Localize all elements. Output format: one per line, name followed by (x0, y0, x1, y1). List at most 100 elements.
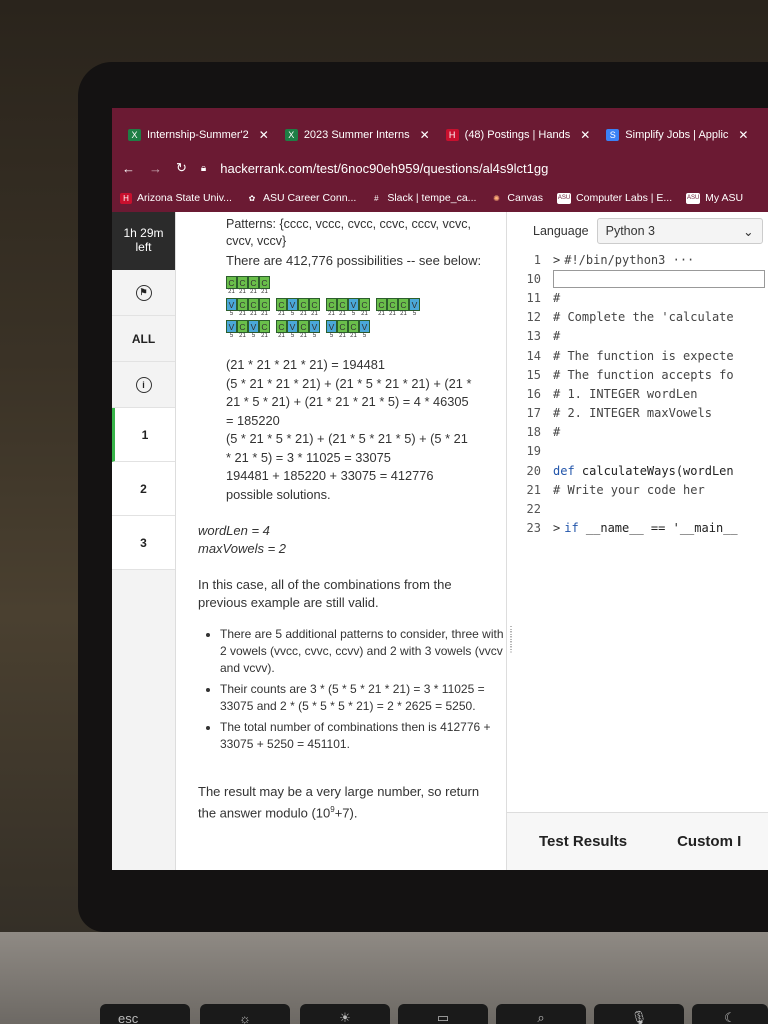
code-line[interactable]: 16 # 1. INTEGER wordLen (513, 384, 768, 403)
math-line: 194481 + 185220 + 33075 = 412776 (226, 468, 434, 483)
tab-2023-summer-interns[interactable]: X 2023 Summer Interns ✕ (277, 118, 438, 152)
asu-icon: ASU (557, 192, 572, 204)
resize-handle[interactable]: ⋮ ⋮ ⋮ ⋮ ⋮ (507, 626, 515, 663)
tab-title: Internship-Summer'2 (147, 129, 249, 141)
code-area[interactable]: 1 > #!/bin/python3 ··· 10 11 #12 # Complete th… (513, 250, 768, 538)
cell-count: 21 (278, 311, 285, 317)
math-line: = 185220 (226, 412, 280, 428)
pattern-row: V C C C 5 21 21 21 C V C C 21 5 21 21 C C V C 21 21 5 21 C C C V 21 2… (226, 298, 496, 318)
cell-count: 21 (228, 289, 235, 295)
pattern-block: C C C V 21 21 21 5 (376, 298, 420, 318)
code-editor-panel: ⋮ ⋮ ⋮ ⋮ ⋮ Language Python 3 ⌄ 1 > #!/bin/pytho… (506, 212, 768, 870)
code-line[interactable]: 13 # (513, 327, 768, 346)
tab-title: (48) Postings | Hands (464, 129, 571, 141)
consonant-cell: C (298, 298, 309, 311)
bookmark-label: Computer Labs | E... (576, 192, 673, 204)
consonant-cell: C (398, 298, 409, 311)
consonant-cell: C (259, 298, 270, 311)
cell-count: 21 (339, 311, 346, 317)
code-text: def calculateWays(wordLen (553, 463, 734, 478)
tab-handshake-postings[interactable]: H (48) Postings | Hands ✕ (438, 118, 599, 152)
forward-arrow-icon[interactable]: → (149, 161, 162, 176)
code-line[interactable]: 12 # Complete the 'calculate (513, 308, 768, 327)
code-line[interactable]: 10 (513, 269, 768, 288)
possibilities-text: There are 412,776 possibilities -- see b… (226, 253, 482, 268)
bookmark-arizona-state[interactable]: H Arizona State Univ... (120, 192, 232, 204)
code-line[interactable]: 14 # The function is expecte (513, 346, 768, 365)
cell-count: 5 (412, 311, 417, 317)
question-3-tab[interactable]: 3 (112, 516, 175, 570)
vowel-cell: V (359, 320, 370, 333)
bookmark-label: Slack | tempe_ca... (387, 192, 477, 204)
bookmark-computer-labs[interactable]: ASU Computer Labs | E... (557, 192, 672, 204)
sheets-icon: X (128, 129, 141, 141)
cell-count: 5 (229, 311, 234, 317)
language-row: Language Python 3 ⌄ (533, 212, 763, 250)
custom-input-tab[interactable]: Custom I (677, 833, 741, 850)
cell-count: 21 (328, 311, 335, 317)
code-line[interactable]: 22 (513, 499, 768, 518)
all-questions-tab[interactable]: ALL (112, 316, 175, 362)
vowel-cell: V (287, 298, 298, 311)
bookmark-asu-career[interactable]: ✿ ASU Career Conn... (246, 192, 357, 204)
vowel-cell: V (348, 298, 359, 311)
dnd-key: ☾ (692, 1004, 768, 1024)
pattern-block: C C C C 21 21 21 21 (226, 276, 270, 296)
tab-title: 2023 Summer Interns (303, 129, 410, 141)
url-field[interactable]: hackerrank.com/test/6noc90eh959/question… (220, 161, 548, 176)
code-text: # Write your code her (553, 482, 705, 497)
close-icon[interactable]: ✕ (420, 128, 430, 142)
vowel-cell: V (226, 320, 237, 333)
line-number: 14 (526, 348, 541, 363)
pattern-row: C C C C 21 21 21 21 (226, 276, 496, 296)
cell-count: 21 (400, 311, 407, 317)
cell-count: 5 (251, 333, 256, 339)
code-line[interactable]: 1 > #!/bin/python3 ··· (513, 250, 768, 269)
cell-count: 21 (239, 311, 246, 317)
bookmark-my-asu[interactable]: ASU My ASU (686, 192, 743, 204)
tab-internship-summer[interactable]: X Internship-Summer'2 ✕ (120, 118, 277, 152)
bookmark-label: Canvas (507, 192, 544, 204)
cell-count: 5 (351, 311, 356, 317)
tab-title: Simplify Jobs | Applic (625, 129, 729, 141)
fold-arrow-icon[interactable]: > (553, 253, 560, 267)
consonant-cell: C (376, 298, 387, 311)
code-line[interactable]: 15 # The function accepts fo (513, 365, 768, 384)
consonant-cell: C (276, 320, 287, 333)
bookmark-canvas[interactable]: ✺ Canvas (490, 192, 543, 204)
explanation-bullets: There are 5 additional patterns to consi… (176, 626, 506, 753)
language-select[interactable]: Python 3 ⌄ (596, 218, 763, 244)
case-explanation: In this case, all of the combinations fr… (198, 577, 452, 610)
close-icon[interactable]: ✕ (580, 128, 590, 142)
tab-simplify-jobs[interactable]: S Simplify Jobs | Applic ✕ (598, 118, 756, 152)
code-line[interactable]: 11 # (513, 288, 768, 307)
fold-arrow-icon[interactable]: > (553, 521, 560, 535)
question-1-tab[interactable]: 1 (112, 408, 175, 462)
back-arrow-icon[interactable]: ← (122, 161, 135, 176)
flower-icon: ✿ (248, 193, 256, 203)
close-icon[interactable]: ✕ (738, 128, 748, 142)
question-2-tab[interactable]: 2 (112, 462, 175, 516)
consonant-cell: C (259, 276, 270, 289)
cell-count: 21 (250, 311, 257, 317)
code-line[interactable]: 17 # 2. INTEGER maxVowels (513, 404, 768, 423)
asu-icon: ASU (686, 192, 701, 204)
slack-icon: # (374, 193, 379, 203)
info-button[interactable]: i (112, 362, 175, 408)
cell-count: 21 (261, 289, 268, 295)
bookmark-label: ASU Career Conn... (262, 192, 357, 204)
reload-icon[interactable]: ↻ (176, 160, 187, 176)
code-line[interactable]: 19 (513, 442, 768, 461)
code-line[interactable]: 21 # Write your code her (513, 480, 768, 499)
bullet-item: Their counts are 3 * (5 * 5 * 21 * 21) =… (220, 681, 506, 715)
code-text: # (553, 329, 561, 344)
bookmark-slack[interactable]: # Slack | tempe_ca... (370, 192, 476, 204)
close-icon[interactable]: ✕ (259, 128, 269, 142)
flag-button[interactable]: ⚑ (112, 270, 175, 316)
code-line[interactable]: 20 def calculateWays(wordLen (513, 461, 768, 480)
test-results-tab[interactable]: Test Results (539, 833, 627, 850)
vowel-cell: V (287, 320, 298, 333)
example-wordlen: wordLen = 4 (198, 523, 270, 538)
code-line[interactable]: 23 > if __name__ == '__main__ (513, 519, 768, 538)
code-line[interactable]: 18 # (513, 423, 768, 442)
